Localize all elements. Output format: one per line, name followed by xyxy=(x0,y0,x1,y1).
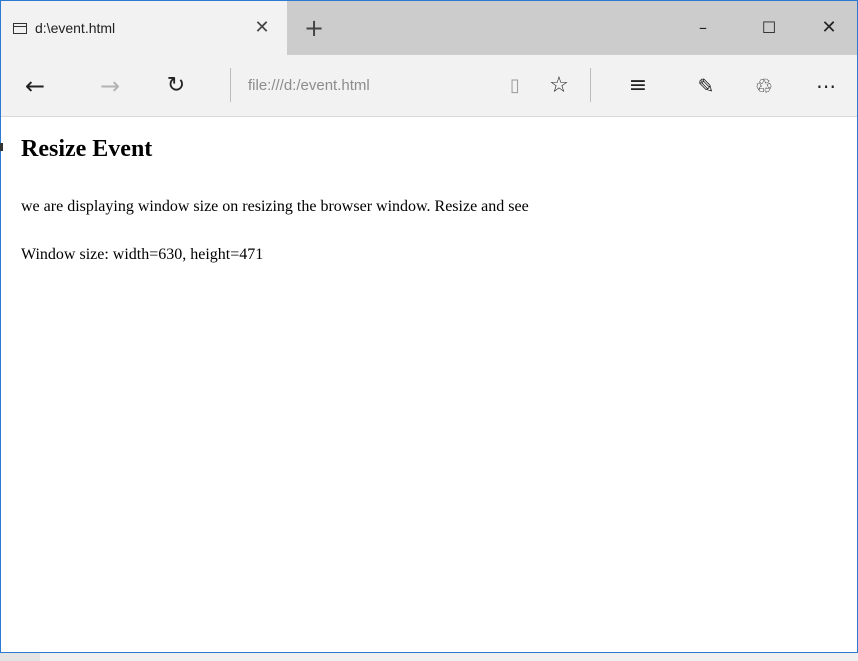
page-title: Resize Event xyxy=(21,136,153,162)
back-arrow-icon[interactable]: ← xyxy=(18,69,52,103)
close-window-button[interactable]: ✕ xyxy=(807,14,851,42)
new-tab-button[interactable]: + xyxy=(300,14,328,42)
close-tab-icon[interactable]: ✕ xyxy=(250,16,274,40)
more-icon[interactable]: ⋯ xyxy=(809,69,843,103)
page-content: Resize Event we are displaying window si… xyxy=(1,117,857,653)
favorite-star-icon[interactable]: ☆ xyxy=(542,69,576,103)
active-tab[interactable]: d:\event.html ✕ xyxy=(1,1,287,55)
tab-title: d:\event.html xyxy=(35,20,116,36)
forward-arrow-icon[interactable]: → xyxy=(93,69,127,103)
page-description: we are displaying window size on resizin… xyxy=(21,198,529,215)
title-bar: d:\event.html ✕ + – ☐ ✕ xyxy=(1,1,857,55)
refresh-icon[interactable]: ↻ xyxy=(159,69,193,103)
share-icon[interactable]: ♲ xyxy=(747,69,781,103)
reading-view-icon[interactable]: ▯ xyxy=(498,69,532,103)
background-edge-mark xyxy=(0,143,3,151)
browser-window: d:\event.html ✕ + – ☐ ✕ ← → ↻ file:///d:… xyxy=(0,0,858,661)
navigation-toolbar: ← → ↻ file:///d:/event.html ▯ ☆ ≡ ✎ ♲ ⋯ xyxy=(1,55,857,117)
background-editor-gutter xyxy=(0,653,40,661)
toolbar-divider xyxy=(590,68,591,102)
minimize-button[interactable]: – xyxy=(681,14,725,42)
page-icon xyxy=(13,23,27,34)
toolbar-divider xyxy=(230,68,231,102)
address-bar[interactable]: file:///d:/event.html xyxy=(248,74,488,98)
maximize-button[interactable]: ☐ xyxy=(747,14,791,42)
web-note-icon[interactable]: ✎ xyxy=(689,69,723,103)
window-size-text: Window size: width=630, height=471 xyxy=(21,246,264,263)
background-editor-strip xyxy=(0,653,858,661)
hub-icon[interactable]: ≡ xyxy=(621,69,655,103)
